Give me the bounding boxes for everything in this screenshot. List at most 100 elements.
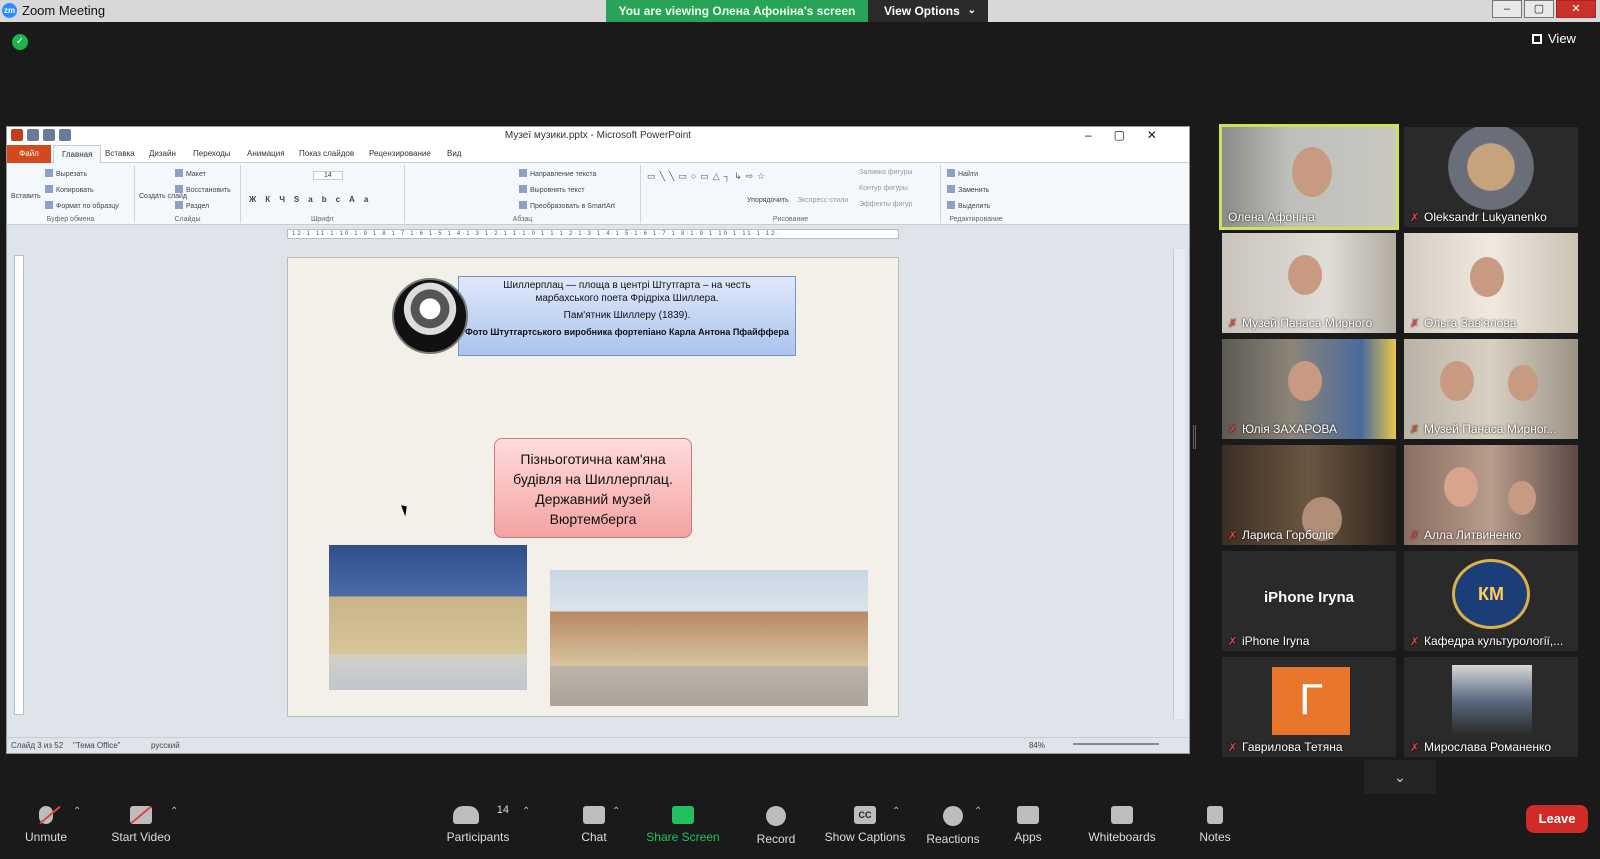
horizontal-ruler: ·12·1·11·1·10·1·9·1·8·1·7·1·6·1·5·1·4·1·… bbox=[287, 229, 899, 239]
reset-label: Восстановить bbox=[186, 187, 231, 194]
close-icon[interactable]: ✕ bbox=[1556, 0, 1596, 18]
shape-outline-button: Контур фигуры bbox=[859, 185, 908, 192]
participants-options-caret[interactable]: ⌃ bbox=[522, 806, 530, 817]
participants-button[interactable]: 14 Participants bbox=[443, 804, 513, 844]
apps-button[interactable]: Apps bbox=[1003, 806, 1053, 844]
tab-insert: Вставка bbox=[105, 149, 135, 158]
maximize-icon[interactable]: ▢ bbox=[1524, 0, 1554, 18]
start-video-button[interactable]: Start Video bbox=[104, 806, 178, 844]
cut-label: Вырезать bbox=[56, 171, 88, 178]
participant-tile[interactable]: Олена Афоніна bbox=[1219, 124, 1399, 230]
zoom-app-icon: zm bbox=[2, 3, 17, 18]
participant-tile[interactable]: ✗ Юлія ЗАХАРОВА bbox=[1222, 339, 1396, 439]
chat-label: Chat bbox=[581, 830, 607, 844]
copy-button: Копировать bbox=[45, 185, 94, 194]
participant-name: ✗ Мирослава Романенко bbox=[1410, 740, 1551, 754]
notes-button[interactable]: Notes bbox=[1190, 806, 1240, 844]
participant-face bbox=[1292, 147, 1332, 197]
ribbon-group-drawing: ▭╲╲▭○▭△┐↳⇨☆ Упорядочить Экспресс-стили З… bbox=[641, 165, 941, 223]
whiteboards-label: Whiteboards bbox=[1088, 830, 1156, 844]
participant-name-text: iPhone Iryna bbox=[1242, 634, 1310, 648]
muted-mic-icon: ✗ bbox=[1228, 636, 1238, 648]
panel-splitter-handle[interactable] bbox=[1193, 425, 1196, 449]
view-options-label: View Options bbox=[884, 4, 960, 18]
vertical-ruler bbox=[14, 255, 24, 715]
whiteboard-icon bbox=[1111, 806, 1133, 824]
participant-tile[interactable]: ✗ Музей Панаса Мирног... bbox=[1404, 339, 1578, 439]
tab-home: Главная bbox=[53, 145, 102, 164]
participant-tile[interactable]: ✗ Алла Литвиненко bbox=[1404, 445, 1578, 545]
find-label: Найти bbox=[958, 171, 978, 178]
participant-name-text: Мирослава Романенко bbox=[1424, 740, 1552, 754]
section-label: Раздел bbox=[186, 203, 210, 210]
participant-name: ✗ Музей Панаса Мирного bbox=[1228, 316, 1372, 330]
chat-options-caret[interactable]: ⌃ bbox=[612, 806, 620, 817]
participant-name: ✗ Музей Панаса Мирног... bbox=[1410, 422, 1556, 436]
participant-name: ✗ Ольга Зав'ялова bbox=[1410, 316, 1516, 330]
window-controls: – ▢ ✕ bbox=[1490, 0, 1596, 20]
participants-label: Participants bbox=[446, 830, 510, 844]
paste-button: Вставить bbox=[11, 193, 41, 200]
window-title: Zoom Meeting bbox=[22, 3, 106, 18]
participant-name: ✗ Гаврилова Тетяна bbox=[1228, 740, 1343, 754]
slide-pink-textbox: Пізньоготична кам'яна будівля на Шиллерп… bbox=[494, 438, 692, 538]
leave-button[interactable]: Leave bbox=[1526, 805, 1588, 833]
muted-mic-icon: ✗ bbox=[1410, 318, 1420, 330]
participant-face bbox=[1508, 481, 1536, 515]
participant-tile[interactable]: iPhone Iryna ✗ iPhone Iryna bbox=[1222, 551, 1396, 651]
tab-review: Рецензирование bbox=[369, 149, 431, 158]
cut-button: Вырезать bbox=[45, 169, 87, 178]
muted-mic-icon: ✗ bbox=[1228, 742, 1238, 754]
share-screen-label: Share Screen bbox=[646, 830, 720, 844]
scissors-icon bbox=[45, 169, 53, 177]
participant-name: ✗ Юлія ЗАХАРОВА bbox=[1228, 422, 1337, 436]
participant-tile[interactable]: КМ ✗ Кафедра культурології,... bbox=[1404, 551, 1578, 651]
participant-tile[interactable]: ✗ Музей Панаса Мирного bbox=[1222, 233, 1396, 333]
unmute-button[interactable]: Unmute bbox=[18, 806, 74, 844]
ppt-document-title: Музеї музики.pptx - Microsoft PowerPoint bbox=[504, 130, 692, 141]
participant-tile[interactable]: ✗ Мирослава Романенко bbox=[1404, 657, 1578, 757]
minimize-icon[interactable]: – bbox=[1492, 0, 1522, 18]
participant-face bbox=[1508, 365, 1538, 401]
shared-screen-powerpoint: Музеї музики.pptx - Microsoft PowerPoint… bbox=[6, 126, 1190, 754]
participant-name: ✗ iPhone Iryna bbox=[1228, 634, 1309, 648]
share-screen-button[interactable]: Share Screen bbox=[643, 806, 723, 844]
replace-label: Заменить bbox=[958, 187, 990, 194]
captions-icon: CC bbox=[854, 806, 876, 824]
record-label: Record bbox=[756, 832, 796, 846]
participant-big-name: iPhone Iryna bbox=[1263, 589, 1355, 606]
audio-options-caret[interactable]: ⌃ bbox=[73, 806, 81, 817]
participant-name-text: Алла Литвиненко bbox=[1424, 528, 1522, 542]
ribbon-group-slides: Создать слайд Макет Восстановить Раздел … bbox=[135, 165, 241, 223]
notes-icon bbox=[1207, 806, 1223, 824]
record-button[interactable]: Record bbox=[746, 806, 806, 846]
video-off-icon bbox=[130, 806, 152, 824]
reactions-options-caret[interactable]: ⌃ bbox=[974, 806, 982, 817]
participant-face bbox=[1440, 361, 1474, 401]
view-options-button[interactable]: View Options ⌄ bbox=[868, 0, 988, 22]
participant-tile[interactable]: ✗ Ольга Зав'ялова bbox=[1404, 233, 1578, 333]
gallery-scroll-down-button[interactable]: ⌄ bbox=[1364, 760, 1436, 794]
slides-group-name: Слайды bbox=[174, 216, 201, 223]
arrange-button: Упорядочить bbox=[747, 197, 789, 204]
participant-tile[interactable]: Г ✗ Гаврилова Тетяна bbox=[1222, 657, 1396, 757]
view-button[interactable]: View bbox=[1532, 31, 1576, 46]
video-options-caret[interactable]: ⌃ bbox=[170, 806, 178, 817]
text-direction-icon bbox=[519, 169, 527, 177]
whiteboards-button[interactable]: Whiteboards bbox=[1078, 806, 1166, 844]
smartart-label: Преобразовать в SmartArt bbox=[530, 203, 615, 210]
schillerplatz-photo bbox=[329, 545, 527, 690]
paragraph-group-name: Абзац bbox=[512, 216, 533, 223]
security-shield-icon[interactable]: ✓ bbox=[12, 34, 28, 50]
reactions-label: Reactions bbox=[926, 832, 980, 846]
participant-tile[interactable]: ✗ Oleksandr Lukyanenko bbox=[1404, 127, 1578, 227]
captions-options-caret[interactable]: ⌃ bbox=[892, 806, 900, 817]
align-icon bbox=[519, 185, 527, 193]
view-button-label: View bbox=[1548, 31, 1576, 46]
muted-mic-icon: ✗ bbox=[1228, 318, 1238, 330]
start-video-label: Start Video bbox=[111, 830, 171, 844]
chat-icon bbox=[583, 806, 605, 824]
ribbon-group-editing: Найти Заменить Выделить Редактирование bbox=[941, 165, 1011, 223]
participant-tile[interactable]: ✗ Лариса Горболіс bbox=[1222, 445, 1396, 545]
microphone-muted-icon bbox=[39, 806, 53, 824]
